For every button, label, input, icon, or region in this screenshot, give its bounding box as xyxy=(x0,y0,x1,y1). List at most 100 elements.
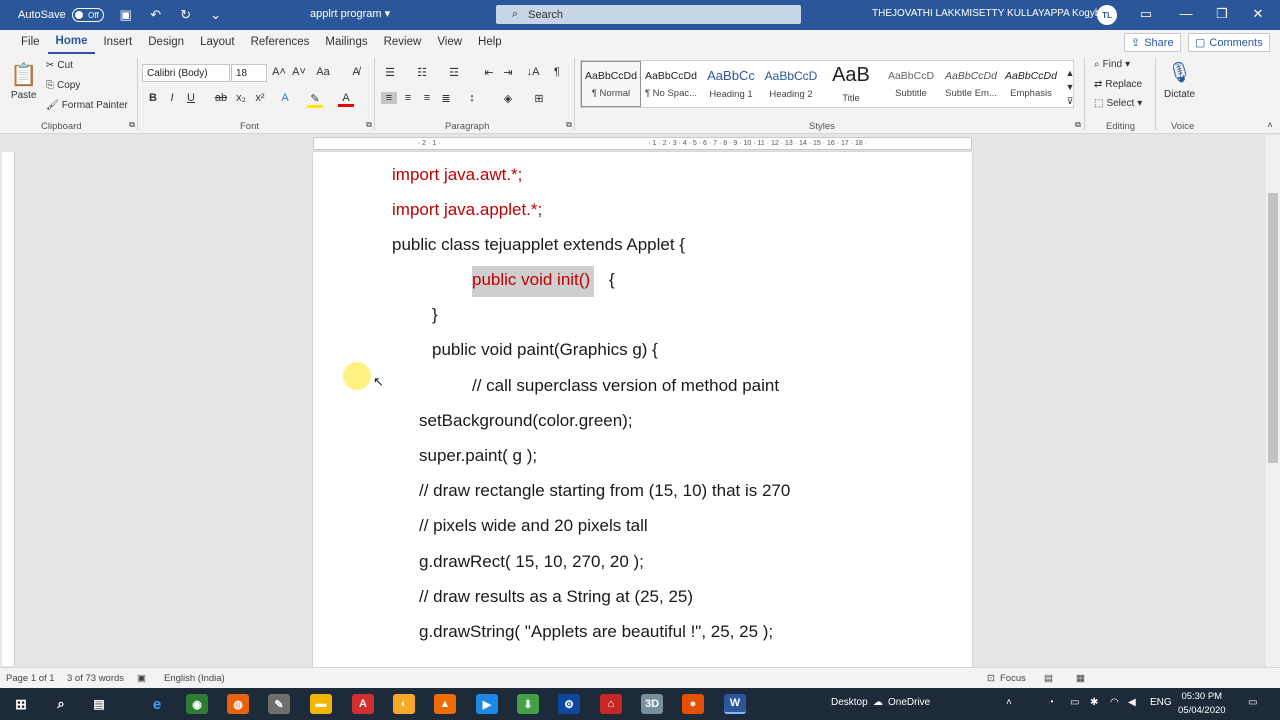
wifi-icon[interactable]: ◠ xyxy=(1110,697,1119,708)
paste-button[interactable]: 📋 Paste xyxy=(10,62,37,101)
code-line-selected[interactable]: public void init() xyxy=(472,266,595,297)
justify-icon[interactable]: ≣ xyxy=(438,92,454,105)
horizontal-ruler[interactable]: · 2 · 1 · · 1 · 2 · 3 · 4 · 5 · 6 · 7 · … xyxy=(313,137,972,150)
code-line[interactable]: // draw rectangle starting from (15, 10)… xyxy=(419,481,790,501)
tab-help[interactable]: Help xyxy=(470,30,510,54)
language-indicator[interactable]: ENG xyxy=(1150,697,1172,708)
search-icon[interactable]: ⌕ xyxy=(50,694,72,714)
format-painter-button[interactable]: 🖌 Format Painter xyxy=(46,100,128,111)
tab-view[interactable]: View xyxy=(429,30,470,54)
app-icon[interactable]: 3D xyxy=(641,694,663,714)
code-line[interactable]: { xyxy=(609,270,615,290)
language-indicator[interactable]: English (India) xyxy=(164,673,225,684)
close-icon[interactable]: ✕ xyxy=(1248,6,1268,22)
code-line[interactable]: // call superclass version of method pai… xyxy=(472,376,779,396)
print-layout-icon[interactable]: ▦ xyxy=(1076,673,1085,684)
borders-icon[interactable]: ⊞ xyxy=(531,92,547,105)
file-explorer-icon[interactable]: ▬ xyxy=(310,694,332,714)
bold-icon[interactable]: B xyxy=(145,92,161,104)
proofing-icon[interactable]: ▣ xyxy=(137,673,146,684)
grow-font-icon[interactable]: A˄ xyxy=(271,66,287,78)
save-icon[interactable]: ▣ xyxy=(118,7,134,23)
pdf-icon[interactable]: ⌂ xyxy=(600,694,622,714)
align-center-icon[interactable]: ≡ xyxy=(400,92,416,104)
undo-icon[interactable]: ↶ xyxy=(148,7,164,23)
font-size-combo[interactable]: 18 xyxy=(231,64,267,82)
app-icon[interactable]: ⚙ xyxy=(558,694,580,714)
tab-insert[interactable]: Insert xyxy=(95,30,140,54)
share-button[interactable]: ⇪ Share xyxy=(1124,33,1181,52)
gallery-scroll-up-icon[interactable]: ▲ xyxy=(1062,68,1078,78)
increase-indent-icon[interactable]: ⇥ xyxy=(500,66,516,79)
bullets-icon[interactable]: ☰ xyxy=(382,66,398,79)
minimize-icon[interactable]: — xyxy=(1176,6,1196,21)
multilevel-list-icon[interactable]: ☲ xyxy=(446,66,462,79)
style-heading-2[interactable]: AaBbCcD Heading 2 xyxy=(761,61,821,107)
style-heading-1[interactable]: AaBbCc Heading 1 xyxy=(701,61,761,107)
code-line[interactable]: import java.applet.*; xyxy=(392,200,542,220)
align-left-icon[interactable]: ≡ xyxy=(381,92,397,104)
dictate-button[interactable]: 🎙 Dictate xyxy=(1164,60,1195,100)
gallery-more-icon[interactable]: ⊽ xyxy=(1062,96,1078,107)
strikethrough-icon[interactable]: ab xyxy=(213,92,229,104)
subscript-icon[interactable]: x₂ xyxy=(233,92,249,104)
superscript-icon[interactable]: x² xyxy=(252,92,268,104)
tab-home[interactable]: Home xyxy=(47,30,96,54)
page-count[interactable]: Page 1 of 1 xyxy=(6,673,55,684)
maximize-icon[interactable]: ❐ xyxy=(1212,6,1232,22)
change-case-icon[interactable]: Aa xyxy=(315,66,331,78)
clear-format-icon[interactable]: A̸ xyxy=(348,66,364,78)
code-line[interactable]: g.drawRect( 15, 10, 270, 20 ); xyxy=(419,552,644,572)
code-line[interactable]: super.paint( g ); xyxy=(419,446,537,466)
font-name-combo[interactable]: Calibri (Body) xyxy=(142,64,230,82)
collapse-ribbon-icon[interactable]: ˄ xyxy=(1262,120,1278,130)
document-title[interactable]: applrt program ▾ xyxy=(310,7,390,20)
bluetooth-icon[interactable]: ✱ xyxy=(1090,697,1098,708)
code-line[interactable]: } xyxy=(432,305,438,325)
redo-icon[interactable]: ↻ xyxy=(178,7,194,23)
text-effects-icon[interactable]: A xyxy=(277,92,293,104)
code-line[interactable]: public void paint(Graphics g) { xyxy=(432,340,658,360)
customize-qat-icon[interactable]: ⌄ xyxy=(208,7,224,23)
style-emphasis[interactable]: AaBbCcDd Emphasis xyxy=(1001,61,1061,107)
underline-icon[interactable]: U xyxy=(183,92,199,104)
scrollbar-thumb[interactable] xyxy=(1268,193,1278,463)
autosave-toggle[interactable]: Off xyxy=(71,8,104,22)
vertical-scrollbar[interactable] xyxy=(1266,135,1280,667)
align-right-icon[interactable]: ≡ xyxy=(419,92,435,104)
tab-mailings[interactable]: Mailings xyxy=(317,30,375,54)
onedrive-label[interactable]: OneDrive xyxy=(888,697,930,708)
replace-button[interactable]: ⇄ Replace xyxy=(1094,79,1142,90)
tab-review[interactable]: Review xyxy=(376,30,430,54)
find-button[interactable]: ⌕ Find ▾ xyxy=(1094,59,1130,70)
onedrive-icon[interactable]: ☁ xyxy=(873,697,883,708)
clock[interactable]: 05:30 PM 05/04/2020 xyxy=(1178,690,1226,718)
zoom-icon[interactable]: ▶ xyxy=(476,694,498,714)
code-line[interactable]: public class tejuapplet extends Applet { xyxy=(392,235,685,255)
firefox-icon[interactable]: ◍ xyxy=(227,694,249,714)
style-title[interactable]: AaB Title xyxy=(821,61,881,107)
shading-icon[interactable]: ◈ xyxy=(500,92,516,105)
read-mode-icon[interactable]: ▤ xyxy=(1044,673,1053,684)
highlight-icon[interactable]: ✎ xyxy=(307,92,323,108)
style-subtitle[interactable]: AaBbCcD Subtitle xyxy=(881,61,941,107)
font-color-icon[interactable]: A xyxy=(338,92,354,107)
app-icon[interactable]: ◐ xyxy=(393,694,415,714)
battery-icon[interactable]: ▭ xyxy=(1070,697,1079,708)
tab-references[interactable]: References xyxy=(243,30,318,54)
task-view-icon[interactable]: ▤ xyxy=(88,694,110,714)
code-line[interactable]: // pixels wide and 20 pixels tall xyxy=(419,516,648,536)
pilcrow-icon[interactable]: ¶ xyxy=(549,66,565,78)
tab-file[interactable]: File xyxy=(13,30,48,54)
tab-layout[interactable]: Layout xyxy=(192,30,243,54)
edge-icon[interactable]: e xyxy=(146,694,168,714)
copy-button[interactable]: ⎘ Copy xyxy=(46,80,80,91)
chrome-icon[interactable]: ◉ xyxy=(186,694,208,714)
code-line[interactable]: setBackground(color.green); xyxy=(419,411,633,431)
style-no-spacing[interactable]: AaBbCcDd ¶ No Spac... xyxy=(641,61,701,107)
tray-expand-icon[interactable]: ˄ xyxy=(1006,697,1012,708)
style-subtle-emphasis[interactable]: AaBbCcDd Subtle Em... xyxy=(941,61,1001,107)
word-icon[interactable]: W xyxy=(724,694,746,714)
avatar[interactable]: TL xyxy=(1097,5,1117,25)
tab-design[interactable]: Design xyxy=(140,30,192,54)
